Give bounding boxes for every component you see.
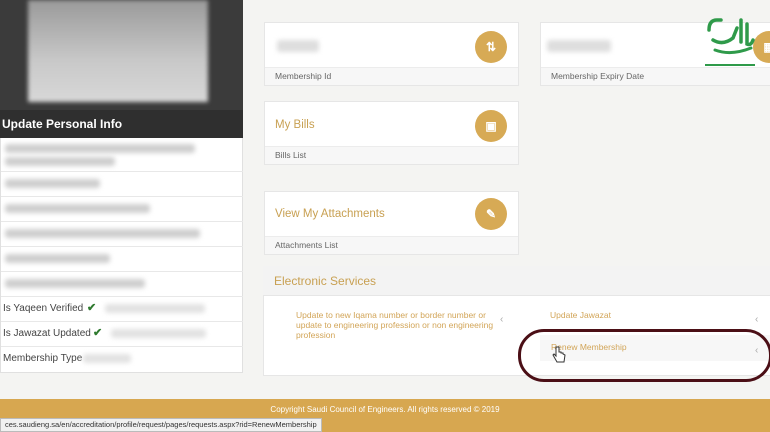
- attachments-title: View My Attachments: [275, 208, 385, 220]
- update-iqama-link[interactable]: Update to new Iqama number or border num…: [296, 310, 496, 340]
- info-row: [1, 271, 243, 297]
- chevron-left-icon: ‹: [500, 314, 504, 325]
- sort-arrows-icon: ⇅: [475, 31, 507, 63]
- info-row: [1, 171, 243, 197]
- info-row: [1, 196, 243, 222]
- jawazat-row: Is Jawazat Updated ✔: [1, 321, 243, 347]
- saudi-logo-icon: [705, 18, 755, 66]
- status-bar-url: ces.saudieng.sa/en/accreditation/profile…: [0, 418, 322, 432]
- chevron-left-icon: ‹: [755, 314, 759, 325]
- membership-id-card[interactable]: ⇅ Membership Id: [264, 22, 519, 86]
- electronic-services-header: Electronic Services: [263, 266, 770, 296]
- membership-id-label: Membership Id: [265, 67, 518, 85]
- personal-info-panel: Is Yaqeen Verified ✔ Is Jawazat Updated …: [0, 110, 243, 373]
- my-bills-title: My Bills: [275, 119, 315, 131]
- membership-type-label: Membership Type: [3, 353, 83, 364]
- jawazat-label: Is Jawazat Updated: [3, 328, 91, 339]
- avatar: [28, 0, 208, 102]
- update-personal-info-button[interactable]: Update Personal Info: [0, 110, 243, 138]
- check-icon: ✔: [93, 327, 103, 339]
- my-bills-card[interactable]: My Bills ▣ Bills List: [264, 101, 519, 165]
- attachments-list-label: Attachments List: [265, 236, 518, 254]
- info-row: [1, 138, 243, 172]
- paperclip-icon: ✎: [475, 198, 507, 230]
- info-row: [1, 221, 243, 247]
- info-row: [1, 246, 243, 272]
- yaqeen-label: Is Yaqeen Verified: [3, 303, 84, 314]
- bills-list-label: Bills List: [265, 146, 518, 164]
- hand-pointer-icon: [552, 346, 566, 363]
- save-icon: ▣: [475, 110, 507, 142]
- update-jawazat-link[interactable]: Update Jawazat: [550, 310, 611, 320]
- check-icon: ✔: [87, 302, 97, 314]
- yaqeen-row: Is Yaqeen Verified ✔: [1, 296, 243, 322]
- attachments-card[interactable]: View My Attachments ✎ Attachments List: [264, 191, 519, 255]
- membership-type-row: Membership Type: [1, 346, 243, 371]
- copyright-text: Copyright Saudi Council of Engineers. Al…: [270, 405, 500, 414]
